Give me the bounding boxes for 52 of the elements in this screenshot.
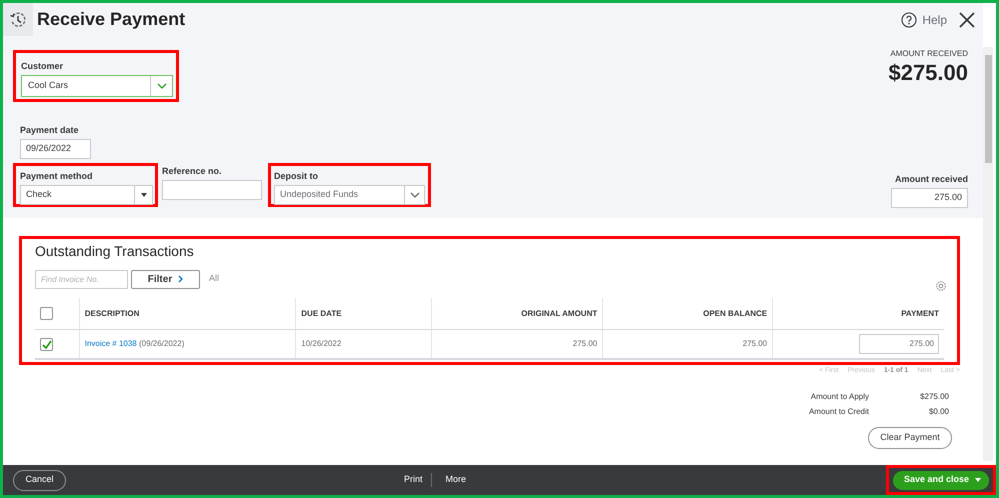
- amount-received-label: AMOUNT RECEIVED: [890, 48, 968, 60]
- question-icon: [901, 12, 918, 28]
- checkbox[interactable]: [40, 307, 53, 320]
- table-cell: 10/26/2022: [301, 338, 342, 350]
- invoice-search-field[interactable]: Find Invoice No.: [35, 270, 128, 288]
- column-header: OPEN BALANCE: [703, 308, 768, 320]
- field-label: Amount received: [894, 173, 968, 185]
- table-cell: 275.00: [572, 338, 598, 350]
- customer-field[interactable]: Cool Cars: [21, 75, 173, 97]
- column-header: DUE DATE: [301, 308, 342, 320]
- checkbox[interactable]: [40, 338, 53, 350]
- total-label: Amount to Apply: [810, 390, 869, 402]
- table-cell: Invoice # 1038 (09/26/2022): [84, 338, 184, 350]
- total-value: $275.00: [919, 390, 949, 402]
- history-icon[interactable]: [3, 3, 33, 36]
- print-button[interactable]: Print: [404, 473, 432, 487]
- payment-method-field[interactable]: Check: [20, 185, 153, 205]
- window-title: Receive Payment: [37, 8, 186, 31]
- help-button[interactable]: Help: [901, 10, 947, 28]
- clear-payment-button[interactable]: Clear Payment: [868, 426, 952, 448]
- field-label: Payment method: [20, 170, 94, 182]
- payment-field[interactable]: 275.00: [858, 334, 939, 354]
- chevron-down-icon: [156, 83, 166, 89]
- field-label: Deposit to: [274, 170, 319, 182]
- more-button[interactable]: More: [432, 473, 466, 487]
- payment-date-field[interactable]: 09/26/2022: [20, 139, 91, 159]
- section-title: Outstanding Transactions: [35, 242, 195, 260]
- column-header: PAYMENT: [901, 308, 939, 320]
- dropdown-caret-icon: [140, 193, 146, 197]
- filter-value: All: [209, 272, 220, 286]
- column-header: DESCRIPTION: [84, 308, 140, 320]
- deposit-to-field[interactable]: Undeposited Funds: [274, 185, 425, 205]
- field-label: Customer: [21, 60, 64, 72]
- chevron-right-icon: [178, 275, 184, 283]
- field-label: Reference no.: [162, 165, 223, 177]
- settings-icon[interactable]: [935, 280, 947, 292]
- scrollbar[interactable]: [983, 47, 993, 461]
- filter-button[interactable]: Filter: [131, 270, 200, 288]
- amount-received-field[interactable]: 275.00: [891, 188, 968, 208]
- total-value: $0.00: [928, 406, 949, 418]
- amount-received-total: $275.00: [888, 60, 968, 86]
- field-label: Payment date: [20, 124, 80, 136]
- table-cell: 275.00: [742, 338, 768, 350]
- column-header: ORIGINAL AMOUNT: [521, 308, 598, 320]
- checkmark-icon: [42, 340, 52, 348]
- close-icon[interactable]: [959, 12, 975, 28]
- reference-field[interactable]: [162, 180, 262, 200]
- invoice-link[interactable]: Invoice # 1038: [84, 339, 137, 348]
- total-label: Amount to Credit: [808, 406, 869, 418]
- caret-down-icon: [975, 478, 981, 482]
- cancel-button[interactable]: Cancel: [13, 470, 66, 490]
- chevron-down-icon: [410, 192, 420, 198]
